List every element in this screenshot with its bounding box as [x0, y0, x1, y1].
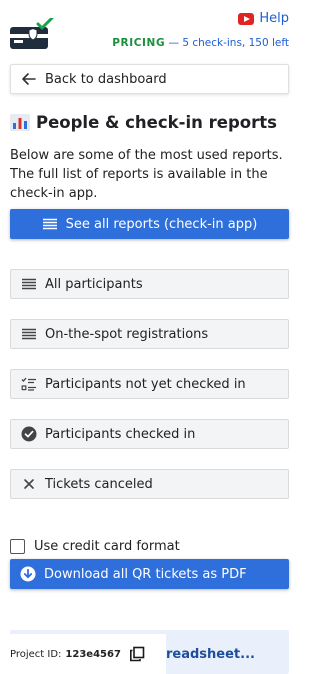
help-label: Help	[259, 11, 289, 26]
see-all-reports-label: See all reports (check-in app)	[65, 216, 258, 232]
list-icon	[42, 218, 57, 230]
list-icon	[22, 278, 36, 290]
report-label: All participants	[45, 276, 143, 292]
report-checked-in-button[interactable]: Participants checked in	[10, 419, 289, 449]
pricing-label: PRICING	[112, 37, 166, 49]
report-on-the-spot-button[interactable]: On-the-spot registrations	[10, 319, 289, 349]
arrow-left-icon	[22, 73, 36, 85]
help-link[interactable]: Help	[238, 11, 289, 26]
download-icon	[20, 566, 36, 582]
ticket-check-icon	[10, 18, 54, 49]
section-description: Below are some of the most used reports.…	[10, 148, 283, 201]
project-id-key: Project ID:	[10, 648, 62, 660]
report-label: On-the-spot registrations	[45, 326, 209, 342]
youtube-icon	[238, 12, 255, 25]
report-label: Tickets canceled	[45, 476, 153, 492]
project-id-value: 123e4567	[65, 648, 121, 660]
checklist-icon	[21, 377, 36, 391]
project-id-box: Project ID: 123e4567	[0, 634, 166, 674]
pricing-info[interactable]: PRICING — 5 check-ins, 150 left	[112, 37, 289, 49]
spreadsheet-label: readsheet...	[166, 647, 255, 662]
pricing-detail: — 5 check-ins, 150 left	[168, 37, 290, 49]
report-label: Participants not yet checked in	[45, 376, 246, 392]
report-canceled-button[interactable]: Tickets canceled	[10, 469, 289, 499]
page-title: People & check-in reports	[36, 113, 277, 132]
back-label: Back to dashboard	[45, 71, 167, 87]
check-circle-icon	[21, 426, 37, 442]
credit-card-format-checkbox[interactable]	[10, 539, 25, 554]
close-icon	[24, 479, 34, 489]
see-all-reports-button[interactable]: See all reports (check-in app)	[10, 209, 289, 239]
report-all-participants-button[interactable]: All participants	[10, 269, 289, 299]
credit-card-format-option[interactable]: Use credit card format	[10, 539, 180, 554]
bar-chart-icon	[10, 114, 30, 131]
report-label: Participants checked in	[45, 426, 196, 442]
list-icon	[22, 328, 36, 340]
copy-icon[interactable]	[129, 646, 145, 662]
credit-card-format-label: Use credit card format	[34, 539, 180, 554]
report-not-checked-in-button[interactable]: Participants not yet checked in	[10, 369, 289, 399]
back-to-dashboard-button[interactable]: Back to dashboard	[10, 64, 289, 94]
section-title: People & check-in reports	[10, 113, 277, 132]
app-header: Help PRICING — 5 check-ins, 150 left	[0, 0, 299, 58]
download-qr-tickets-label: Download all QR tickets as PDF	[44, 566, 247, 582]
download-qr-tickets-button[interactable]: Download all QR tickets as PDF	[10, 559, 289, 589]
